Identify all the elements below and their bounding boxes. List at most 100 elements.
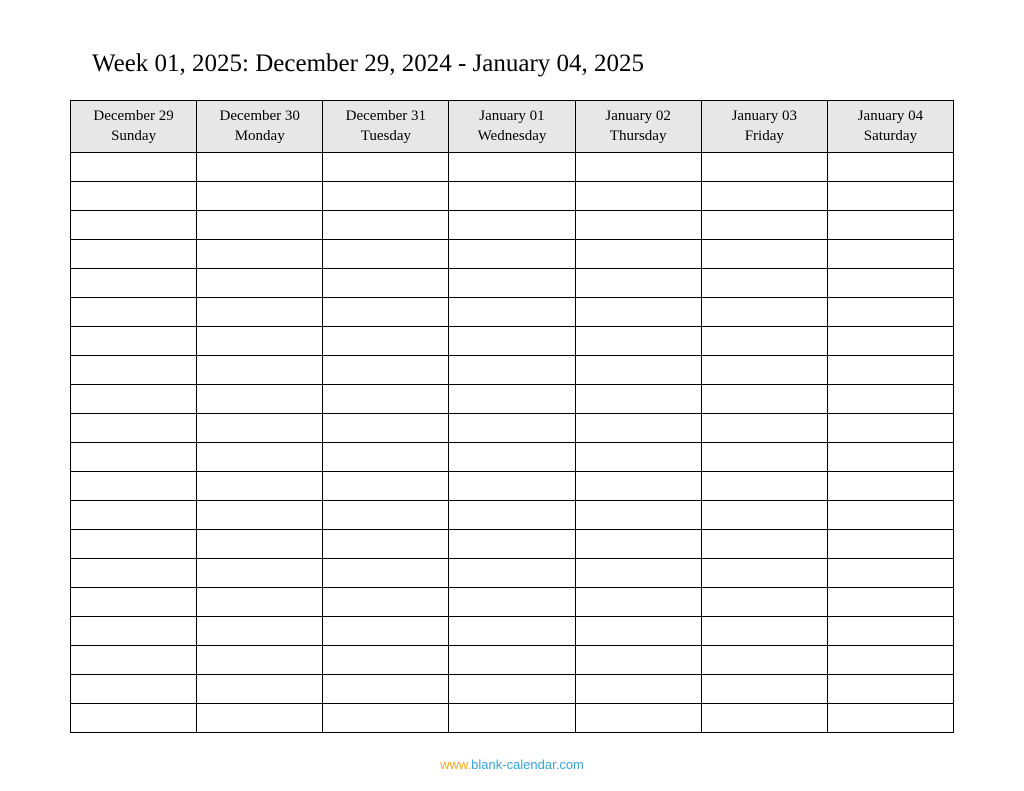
calendar-cell <box>575 617 701 646</box>
calendar-cell <box>323 704 449 733</box>
calendar-cell <box>827 704 953 733</box>
calendar-cell <box>827 501 953 530</box>
calendar-cell <box>575 501 701 530</box>
calendar-cell <box>71 269 197 298</box>
calendar-cell <box>449 414 575 443</box>
calendar-cell <box>827 182 953 211</box>
calendar-cell <box>449 704 575 733</box>
day-header: December 30 Monday <box>197 101 323 153</box>
calendar-cell <box>827 443 953 472</box>
calendar-cell <box>827 530 953 559</box>
calendar-row <box>71 356 954 385</box>
calendar-cell <box>449 385 575 414</box>
calendar-cell <box>449 269 575 298</box>
calendar-cell <box>575 327 701 356</box>
calendar-cell <box>197 530 323 559</box>
day-of-week: Sunday <box>75 127 192 147</box>
calendar-cell <box>197 385 323 414</box>
calendar-cell <box>197 153 323 182</box>
calendar-cell <box>449 588 575 617</box>
calendar-cell <box>197 182 323 211</box>
calendar-cell <box>323 501 449 530</box>
calendar-cell <box>701 559 827 588</box>
calendar-cell <box>449 153 575 182</box>
calendar-cell <box>701 617 827 646</box>
calendar-cell <box>71 327 197 356</box>
calendar-cell <box>197 704 323 733</box>
calendar-cell <box>575 646 701 675</box>
calendar-cell <box>449 356 575 385</box>
calendar-cell <box>197 472 323 501</box>
calendar-cell <box>449 298 575 327</box>
calendar-cell <box>701 240 827 269</box>
calendar-cell <box>575 182 701 211</box>
calendar-cell <box>323 646 449 675</box>
calendar-cell <box>197 617 323 646</box>
calendar-cell <box>71 559 197 588</box>
calendar-cell <box>323 240 449 269</box>
calendar-cell <box>323 588 449 617</box>
day-of-week: Tuesday <box>327 127 444 147</box>
day-date: January 03 <box>706 107 823 127</box>
weekly-calendar-table: December 29 Sunday December 30 Monday De… <box>70 100 954 733</box>
calendar-cell <box>827 327 953 356</box>
calendar-cell <box>575 443 701 472</box>
calendar-cell <box>197 675 323 704</box>
day-date: January 04 <box>832 107 949 127</box>
day-date: December 31 <box>327 107 444 127</box>
calendar-cell <box>71 385 197 414</box>
day-header: January 04 Saturday <box>827 101 953 153</box>
calendar-cell <box>323 385 449 414</box>
calendar-cell <box>575 356 701 385</box>
calendar-cell <box>323 559 449 588</box>
calendar-row <box>71 501 954 530</box>
calendar-cell <box>71 646 197 675</box>
calendar-row <box>71 385 954 414</box>
calendar-cell <box>323 414 449 443</box>
calendar-cell <box>575 559 701 588</box>
calendar-cell <box>701 211 827 240</box>
day-header: December 29 Sunday <box>71 101 197 153</box>
calendar-cell <box>449 182 575 211</box>
calendar-cell <box>575 472 701 501</box>
calendar-cell <box>701 472 827 501</box>
calendar-row <box>71 472 954 501</box>
calendar-cell <box>197 501 323 530</box>
calendar-cell <box>323 530 449 559</box>
day-header: January 03 Friday <box>701 101 827 153</box>
calendar-cell <box>71 298 197 327</box>
calendar-cell <box>701 385 827 414</box>
calendar-cell <box>827 153 953 182</box>
day-header: December 31 Tuesday <box>323 101 449 153</box>
day-of-week: Saturday <box>832 127 949 147</box>
calendar-cell <box>197 588 323 617</box>
calendar-cell <box>197 298 323 327</box>
calendar-cell <box>71 414 197 443</box>
calendar-cell <box>701 356 827 385</box>
calendar-cell <box>323 211 449 240</box>
calendar-cell <box>71 472 197 501</box>
calendar-cell <box>71 182 197 211</box>
calendar-cell <box>827 559 953 588</box>
day-of-week: Thursday <box>580 127 697 147</box>
calendar-row <box>71 153 954 182</box>
calendar-cell <box>701 443 827 472</box>
calendar-cell <box>323 153 449 182</box>
calendar-cell <box>449 240 575 269</box>
footer-link: www.blank-calendar.com <box>70 757 954 772</box>
calendar-cell <box>323 617 449 646</box>
calendar-cell <box>197 356 323 385</box>
calendar-row <box>71 704 954 733</box>
day-date: January 01 <box>453 107 570 127</box>
calendar-cell <box>71 530 197 559</box>
day-header: January 02 Thursday <box>575 101 701 153</box>
calendar-cell <box>827 298 953 327</box>
calendar-cell <box>71 211 197 240</box>
calendar-cell <box>827 675 953 704</box>
day-header: January 01 Wednesday <box>449 101 575 153</box>
calendar-cell <box>701 298 827 327</box>
calendar-cell <box>71 704 197 733</box>
calendar-cell <box>701 327 827 356</box>
calendar-cell <box>827 588 953 617</box>
calendar-cell <box>197 269 323 298</box>
